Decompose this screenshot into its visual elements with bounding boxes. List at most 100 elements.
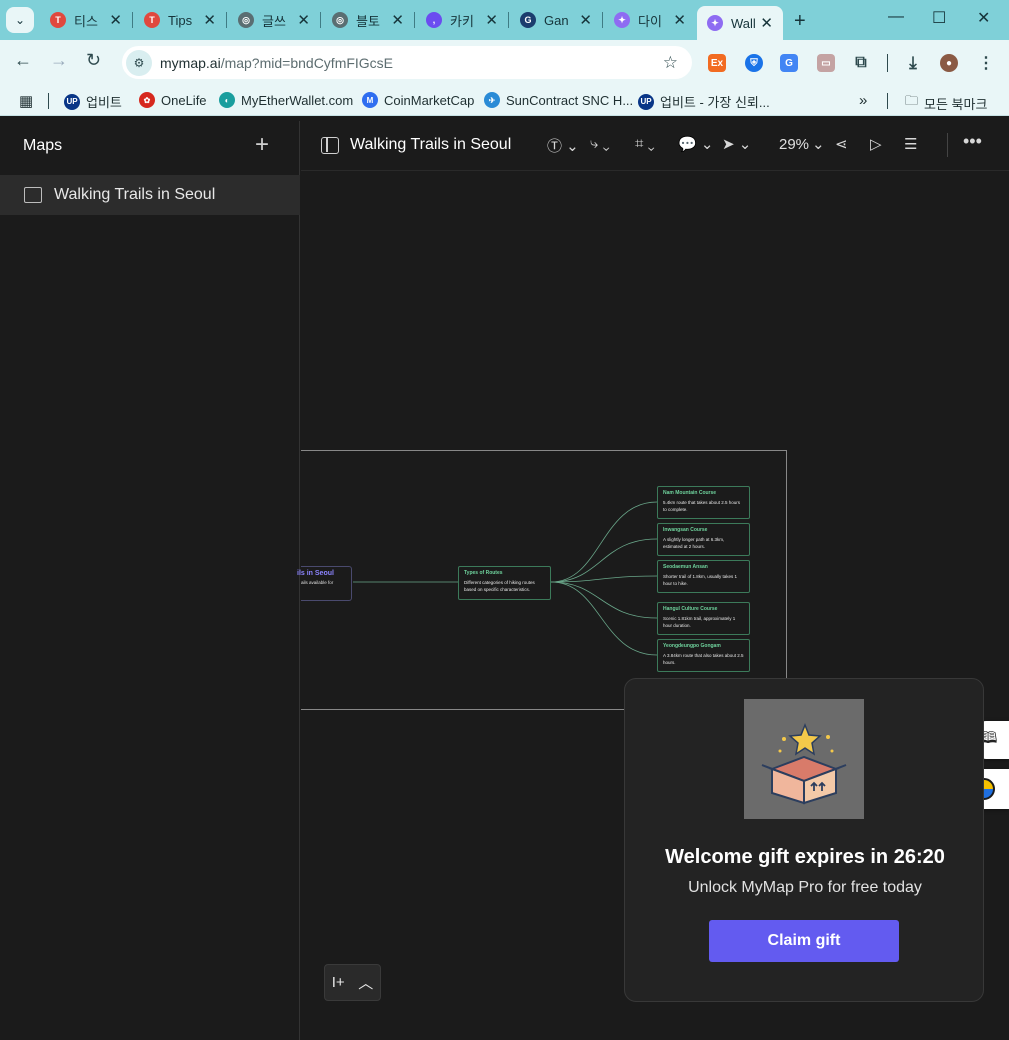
canvas-header: Walking Trails in Seoul Ⓣ ⌄ ⤷ ⌄ ⌗ ⌄ 💬 ⌄ … (301, 121, 1009, 171)
browser-window: ⌄ T 티스 ✕ T Tips ✕ ◎ 글쓰 ✕ ◎ 블토 ✕ , 카키 ✕ G… (0, 0, 1009, 1040)
more-bookmarks-icon[interactable]: » (859, 92, 867, 109)
close-icon[interactable]: ✕ (297, 11, 310, 29)
back-icon[interactable]: ← (14, 50, 32, 71)
browser-tab-active[interactable]: ✦ Wall ✕ (697, 6, 783, 40)
bookmark-item[interactable]: UP 업비트 - 가장 신뢰... (638, 92, 770, 111)
reload-icon[interactable]: ↻ (86, 50, 101, 71)
node-description: Different categories of hiking routes ba… (464, 580, 535, 592)
close-icon[interactable]: ✕ (673, 11, 686, 29)
mymap-app: Maps + Walking Trails in Seoul Walking T… (0, 121, 1009, 1040)
map-leaf-node[interactable]: Yeongdeungpo Gongam A 3.84km route that … (657, 639, 750, 672)
map-leaf-node[interactable]: Hangul Culture Course Scenic 1.81km trai… (657, 602, 750, 635)
url-text[interactable]: mymap.ai/map?mid=bndCyfmFIGcsE (160, 55, 393, 71)
zoom-level[interactable]: 29% (779, 136, 809, 153)
text-cursor-add-icon[interactable]: I+ (332, 974, 345, 991)
extension-icon[interactable]: Ex (708, 54, 726, 72)
map-title: Walking Trails in Seoul (350, 136, 512, 153)
tab-label: Gan (544, 12, 569, 28)
node-description: Shorter trail of 1.8km, usually takes 1 … (663, 574, 738, 586)
more-options-icon[interactable]: ••• (963, 131, 982, 152)
chevron-down-icon: ⌄ (14, 13, 26, 27)
claim-gift-button[interactable]: Claim gift (709, 920, 899, 962)
node-title: Nam Mountain Course (663, 490, 717, 496)
site-info-icon[interactable]: ⚙ (126, 49, 152, 76)
browser-tab[interactable]: G Gan ✕ (510, 6, 603, 34)
translate-icon[interactable]: G (780, 54, 798, 72)
mymap-favicon-icon: ✦ (707, 15, 723, 31)
map-leaf-node[interactable]: Seodaemun Ansan Shorter trail of 1.8km, … (657, 560, 750, 593)
address-bar[interactable]: ⚙ mymap.ai/map?mid=bndCyfmFIGcsE ☆ (122, 46, 692, 79)
globe-icon: ◎ (332, 12, 348, 28)
chevron-up-icon[interactable]: ︿ (358, 972, 373, 993)
popup-title: Welcome gift expires in 26:20 (665, 846, 945, 868)
extensions-puzzle-icon[interactable]: ⧉ (852, 54, 870, 72)
minimize-icon[interactable]: — (888, 8, 904, 26)
close-window-icon[interactable]: ✕ (977, 8, 990, 28)
add-map-button[interactable]: + (255, 131, 269, 159)
map-leaf-node[interactable]: Nam Mountain Course 5.4km route that tak… (657, 486, 750, 519)
frame-tool-icon[interactable]: ⌗ ⌄ (635, 135, 655, 152)
browser-tab[interactable]: ◎ 블토 ✕ (322, 6, 415, 34)
browser-tab[interactable]: T 티스 ✕ (40, 6, 133, 34)
pointer-tool-icon[interactable]: ➤ ⌄ (722, 135, 751, 153)
node-title: Seodaemun Ansan (663, 564, 708, 570)
bookmark-item[interactable]: UP 업비트 (64, 92, 122, 111)
browser-tab[interactable]: , 카키 ✕ (416, 6, 509, 34)
avatar[interactable]: ● (940, 54, 958, 72)
zoom-chevron-icon[interactable]: ⌄ (812, 135, 825, 153)
close-icon[interactable]: ✕ (579, 11, 592, 29)
comment-tool-icon[interactable]: 💬 ⌄ (678, 135, 713, 153)
maximize-icon[interactable]: ☐ (932, 8, 946, 28)
kebab-menu-icon[interactable]: ⋮ (977, 54, 995, 72)
sidebar-item-walking-trails[interactable]: Walking Trails in Seoul (0, 175, 300, 215)
close-icon[interactable]: ✕ (485, 11, 498, 29)
tab-label: Tips (168, 12, 193, 28)
node-title: Types of Routes (464, 570, 503, 576)
present-play-icon[interactable]: ▷ (870, 135, 882, 153)
document-icon[interactable]: ☰ (904, 135, 917, 153)
tistory-favicon-icon: T (50, 12, 66, 28)
node-description: ails available for (301, 580, 334, 585)
bookmark-item[interactable]: ✈ SunContract SNC H... (484, 92, 633, 108)
mymap-favicon-icon: ✦ (614, 12, 630, 28)
cast-icon[interactable]: ▭ (817, 54, 835, 72)
close-icon[interactable]: ✕ (391, 11, 404, 29)
tab-strip: ⌄ T 티스 ✕ T Tips ✕ ◎ 글쓰 ✕ ◎ 블토 ✕ , 카키 ✕ G… (0, 0, 1009, 40)
share-icon[interactable]: ⋖ (835, 135, 848, 153)
bitwarden-icon[interactable]: ⛨ (745, 54, 763, 72)
forward-icon[interactable]: → (50, 50, 68, 71)
apps-grid-icon[interactable]: ▦ (19, 92, 33, 110)
browser-tab[interactable]: T Tips ✕ (134, 6, 227, 34)
browser-tab[interactable]: ◎ 글쓰 ✕ (228, 6, 321, 34)
maps-sidebar: Maps + Walking Trails in Seoul (0, 121, 300, 1040)
tab-label: 블토 (356, 13, 380, 29)
popup-subtitle: Unlock MyMap Pro for free today (688, 879, 922, 896)
node-description: 5.4km route that takes about 2.5 hours t… (663, 500, 741, 512)
upbit-icon: UP (638, 93, 654, 110)
node-description: A slightly longer path at 6.3km, estimat… (663, 537, 725, 549)
node-description: Scenic 1.81km trail, approximately 1 hou… (663, 616, 736, 628)
map-root-node[interactable]: ils in Seoul ails available for (297, 566, 352, 601)
browser-tab[interactable]: ✦ 다이 ✕ (604, 6, 696, 34)
kakao-favicon-icon: , (426, 12, 442, 28)
close-icon[interactable]: ✕ (203, 11, 216, 29)
map-hub-node[interactable]: Types of Routes Different categories of … (458, 566, 551, 600)
all-bookmarks-folder[interactable]: 🗀 모든 북마크 (905, 92, 987, 114)
bookmark-item[interactable]: ✿ OneLife (139, 92, 207, 108)
myetherwallet-icon: ◐ (219, 92, 235, 108)
gift-box-image (744, 699, 864, 819)
tab-label: 카키 (450, 13, 474, 29)
new-tab-button[interactable]: + (794, 10, 806, 33)
map-leaf-node[interactable]: Inwangsan Course A slightly longer path … (657, 523, 750, 556)
bookmark-item[interactable]: ◐ MyEtherWallet.com (219, 92, 353, 108)
bookmark-star-icon[interactable]: ☆ (663, 53, 678, 73)
text-tool-icon[interactable]: Ⓣ ⌄ (547, 135, 579, 156)
bookmark-item[interactable]: M CoinMarketCap (362, 92, 474, 108)
connector-tool-icon[interactable]: ⤷ ⌄ (590, 135, 610, 152)
download-icon[interactable]: ⤓ (904, 53, 922, 72)
close-icon[interactable]: ✕ (760, 14, 773, 32)
tab-search-button[interactable]: ⌄ (6, 7, 34, 33)
tab-label: 다이 (638, 13, 662, 29)
toggle-sidebar-icon[interactable] (321, 137, 339, 154)
close-icon[interactable]: ✕ (109, 11, 122, 29)
